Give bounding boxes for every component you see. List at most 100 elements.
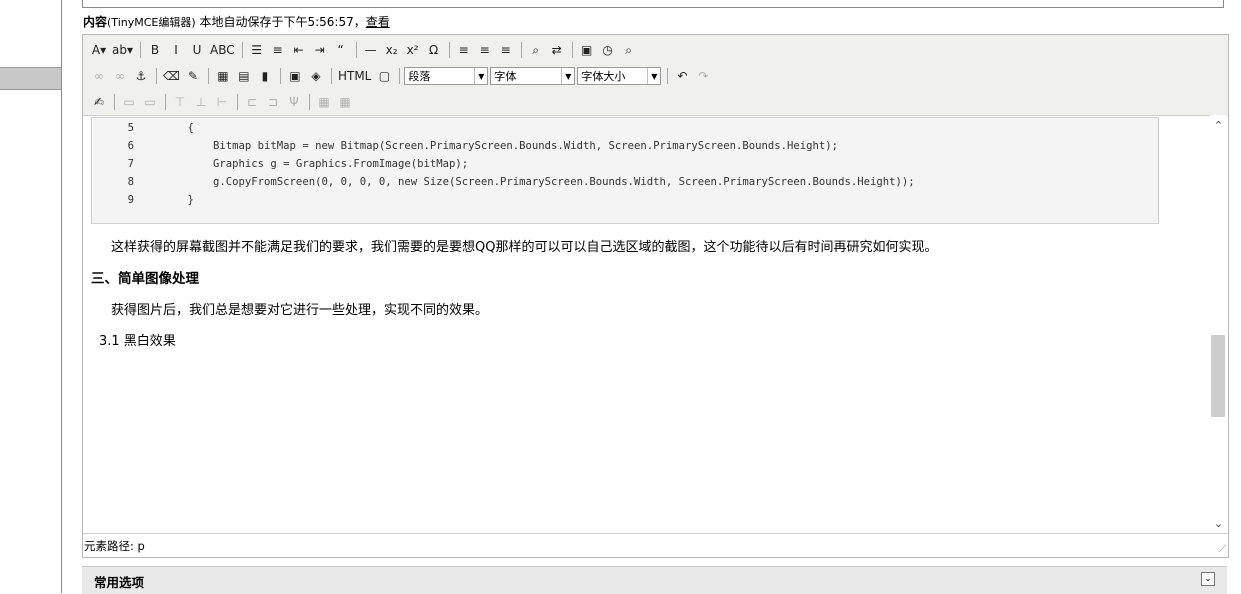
scroll-down-icon[interactable]: ⌄ <box>1210 515 1227 531</box>
line-number: 7 <box>127 158 134 170</box>
left-rail <box>0 0 62 593</box>
subscript-icon[interactable]: x₂ <box>382 40 402 60</box>
code-block: 5 {6 Bitmap bitMap = new Bitmap(Screen.P… <box>91 117 1159 224</box>
bullet-list-icon[interactable]: ☰ <box>247 40 267 60</box>
select-value: 字体 <box>494 70 517 83</box>
edit-icon[interactable]: ✍ <box>89 92 109 112</box>
delete-row-icon[interactable]: ⊢ <box>212 92 232 112</box>
link-icon[interactable]: ∞ <box>89 66 109 86</box>
find-icon[interactable]: ⌕ <box>526 40 546 60</box>
align-right-icon[interactable]: ≡ <box>496 40 516 60</box>
page-break-icon[interactable]: ▮ <box>255 66 275 86</box>
editor-toolbar: A▾ ab▾ B I U ABC ☰ ≡ ⇤ ⇥ “— x₂ x² Ω ≡ ≡ ≡ ⌕ ⇄ ▣ ◷ ⌕ ∞ ∞ ⚓ ⌫ ✎ ▦ ▤ ▮ ▣… <box>83 35 1228 116</box>
html-source-icon[interactable]: HTML <box>336 66 373 86</box>
toolbar-separator <box>571 42 573 58</box>
strikethrough-icon[interactable]: ABC <box>208 40 237 60</box>
select-value: 字体大小 <box>581 70 626 83</box>
paste-word-icon[interactable]: ▣ <box>577 40 597 60</box>
table-cell-props-icon[interactable]: ▭ <box>140 92 160 112</box>
insert-col-after-icon[interactable]: ⊐ <box>263 92 283 112</box>
anchor-icon[interactable]: ⚓ <box>131 66 151 86</box>
code-line: 5 { <box>92 119 194 137</box>
eraser-icon[interactable]: ⌫ <box>161 66 182 86</box>
insert-row-before-icon[interactable]: ⊤ <box>170 92 190 112</box>
editor-statusbar: 元素路径: p ⟋ <box>83 533 1228 557</box>
align-left-icon[interactable]: ≡ <box>454 40 474 60</box>
select-value: 段落 <box>408 70 431 83</box>
outdent-icon[interactable]: ⇤ <box>289 40 309 60</box>
resize-grip-icon[interactable]: ⟋ <box>1219 544 1226 555</box>
image-icon[interactable]: ▦ <box>213 66 233 86</box>
preview-icon[interactable]: ⌕ <box>619 40 639 60</box>
paragraph-select[interactable]: 段落 ▼ <box>404 67 489 85</box>
undo-icon[interactable]: ↶ <box>672 66 692 86</box>
media-icon[interactable]: ▤ <box>234 66 254 86</box>
indent-icon[interactable]: ⇥ <box>310 40 330 60</box>
toolbar-separator <box>207 68 209 84</box>
redo-icon[interactable]: ↷ <box>693 66 713 86</box>
insert-col-before-icon[interactable]: ⊏ <box>242 92 262 112</box>
split-cells-icon[interactable]: ▦ <box>314 92 334 112</box>
view-autosave-link[interactable]: 查看 <box>366 15 390 29</box>
toolbar-separator <box>140 42 141 58</box>
toolbar-separator <box>241 42 243 58</box>
code-line: 6 Bitmap bitMap = new Bitmap(Screen.Prim… <box>92 137 838 155</box>
italic-icon[interactable]: I <box>166 40 186 60</box>
font-family-select[interactable]: 字体 ▼ <box>490 67 576 85</box>
paragraph-screenshot-note: 这样获得的屏幕截图并不能满足我们的要求，我们需要的是要想QQ那样的可以可以自己选… <box>111 240 938 255</box>
numbered-list-icon[interactable]: ≡ <box>268 40 288 60</box>
underline-icon[interactable]: U <box>187 40 207 60</box>
toolbar-separator <box>667 68 669 84</box>
blockquote-icon[interactable]: “ <box>331 40 351 60</box>
code-line: 8 g.CopyFromScreen(0, 0, 0, 0, new Size(… <box>92 173 915 191</box>
align-center-icon[interactable]: ≡ <box>475 40 495 60</box>
line-number: 6 <box>127 140 134 152</box>
embed-icon[interactable]: ◈ <box>306 66 326 86</box>
expand-toggle-icon[interactable]: ⌄ <box>1201 572 1215 586</box>
left-rail-selected-item[interactable] <box>0 67 61 90</box>
replace-icon[interactable]: ⇄ <box>547 40 567 60</box>
special-char-icon[interactable]: Ω <box>424 40 444 60</box>
insert-time-icon[interactable]: ◷ <box>598 40 618 60</box>
line-number: 8 <box>127 176 134 188</box>
font-size-select[interactable]: 字体大小 ▼ <box>577 67 662 85</box>
toolbar-separator <box>520 42 522 58</box>
toolbar-separator <box>279 68 281 84</box>
delete-col-icon[interactable]: Ψ <box>284 92 304 112</box>
toolbar-row-1: A▾ ab▾ B I U ABC ☰ ≡ ⇤ ⇥ “— x₂ x² Ω ≡ ≡ ≡ ⌕ ⇄ ▣ ◷ ⌕ <box>89 39 640 61</box>
toolbar-separator <box>399 68 401 84</box>
content-label-bold: 内容 <box>83 15 108 29</box>
cleanup-icon[interactable]: ✎ <box>183 66 203 86</box>
fullscreen-icon[interactable]: ▢ <box>374 66 394 86</box>
unlink-icon[interactable]: ∞ <box>110 66 130 86</box>
common-options-panel[interactable]: 常用选项 ⌄ <box>82 566 1227 594</box>
paragraph-image-processing: 获得图片后，我们总是想要对它进行一些处理，实现不同的效果。 <box>111 303 489 318</box>
section-heading: 三、简单图像处理 <box>91 271 199 287</box>
toolbar-separator <box>165 94 166 110</box>
superscript-icon[interactable]: x² <box>403 40 423 60</box>
editor-name: (TinyMCE编辑器) <box>107 16 196 29</box>
scroll-thumb[interactable] <box>1211 335 1225 417</box>
font-color-icon[interactable]: A▾ <box>89 40 109 60</box>
merge-cells-icon[interactable]: ▦ <box>335 92 355 112</box>
chevron-down-icon[interactable]: ▼ <box>474 68 488 84</box>
toolbar-separator <box>114 94 115 110</box>
code-line: 9 } <box>92 191 194 209</box>
element-path: 元素路径: p <box>84 539 145 553</box>
highlight-color-icon[interactable]: ab▾ <box>110 40 135 60</box>
chevron-down-icon[interactable]: ▼ <box>561 68 575 84</box>
code-text: Graphics g = Graphics.FromImage(bitMap); <box>162 158 469 170</box>
table-row-props-icon[interactable]: ▭ <box>119 92 139 112</box>
bold-icon[interactable]: B <box>145 40 165 60</box>
scroll-up-icon[interactable]: ⌃ <box>1210 117 1227 133</box>
autosave-text: 本地自动保存于下午5:56:57， <box>199 15 366 29</box>
insert-code-icon[interactable]: ▣ <box>285 66 305 86</box>
horizontal-rule-icon[interactable]: — <box>361 40 381 60</box>
rich-text-editor: A▾ ab▾ B I U ABC ☰ ≡ ⇤ ⇥ “— x₂ x² Ω ≡ ≡ ≡ ⌕ ⇄ ▣ ◷ ⌕ ∞ ∞ ⚓ ⌫ ✎ ▦ ▤ ▮ ▣… <box>82 34 1229 558</box>
chevron-down-icon[interactable]: ▼ <box>647 68 661 84</box>
code-text: g.CopyFromScreen(0, 0, 0, 0, new Size(Sc… <box>162 176 915 188</box>
insert-row-after-icon[interactable]: ⊥ <box>191 92 211 112</box>
toolbar-separator <box>448 42 450 58</box>
title-input[interactable] <box>82 0 1224 8</box>
editor-scrollbar[interactable]: ⌃ ⌄ <box>1210 115 1227 532</box>
